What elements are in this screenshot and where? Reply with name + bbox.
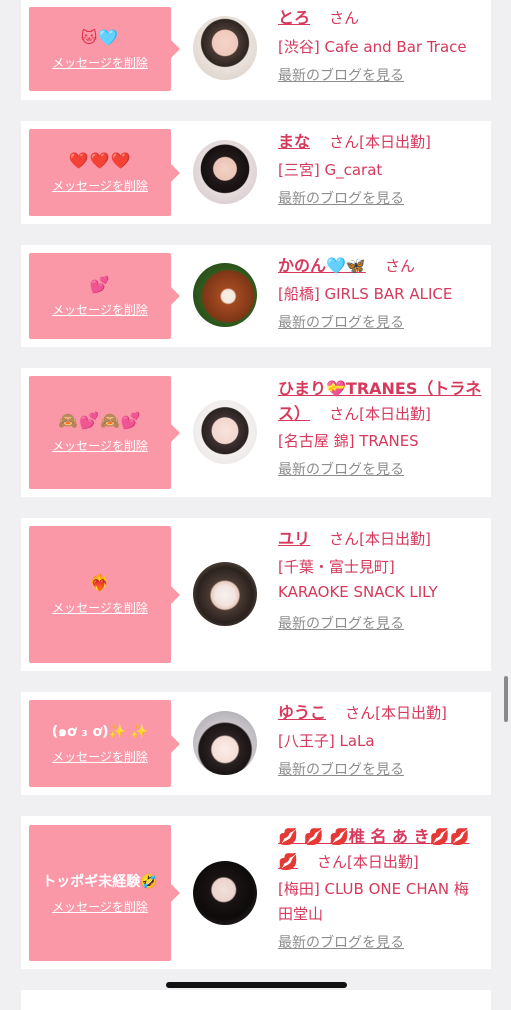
shop-name: [渋谷] Cafe and Bar Trace <box>278 38 467 56</box>
shop-name: [船橋] GIRLS BAR ALICE <box>278 285 453 303</box>
honorific: さん <box>384 257 415 275</box>
message-text: ❤️‍🔥 <box>89 573 111 592</box>
shop-name: [三宮] G_carat <box>278 161 383 179</box>
blog-link[interactable]: 最新のブログを見る <box>278 613 404 635</box>
message-card: ❤️❤️❤️ メッセージを削除 まな さん[本日出勤] [三宮] G_carat… <box>21 121 491 224</box>
delete-message-link[interactable]: メッセージを削除 <box>52 302 148 318</box>
blog-link[interactable]: 最新のブログを見る <box>278 188 404 210</box>
message-bubble: (๑ơ ₃ ơ)✨ ✨ メッセージを削除 <box>29 700 180 787</box>
cast-name-link[interactable]: まな <box>278 132 310 151</box>
delete-message-link[interactable]: メッセージを削除 <box>52 438 148 454</box>
message-bubble: ❤️❤️❤️ メッセージを削除 <box>29 129 180 216</box>
message-text: トッポギ未経験🤣 <box>42 873 158 890</box>
message-text: (๑ơ ₃ ơ)✨ ✨ <box>51 724 149 740</box>
shop-name: [名古屋 錦] TRANES <box>278 432 419 450</box>
message-bubble: トッポギ未経験🤣 メッセージを削除 <box>29 825 180 961</box>
avatar[interactable] <box>193 711 257 775</box>
message-card: 💕 メッセージを削除 かのん🩵🦋 さん [船橋] GIRLS BAR ALICE… <box>21 245 491 347</box>
honorific: さん <box>329 133 360 151</box>
message-card: (๑ơ ₃ ơ)✨ ✨ メッセージを削除 ゆうこ さん[本日出勤] [八王子] … <box>21 692 491 795</box>
delete-message-link[interactable]: メッセージを削除 <box>52 749 148 765</box>
message-card: 🐱🩵 メッセージを削除 とろ さん [渋谷] Cafe and Bar Trac… <box>21 0 491 100</box>
cast-name-link[interactable]: ユリ <box>278 529 310 548</box>
avatar[interactable] <box>193 861 257 925</box>
home-indicator[interactable] <box>166 982 347 988</box>
honorific: さん <box>329 530 360 548</box>
blog-link[interactable]: 最新のブログを見る <box>278 759 404 781</box>
honorific: さん <box>329 9 360 27</box>
message-card <box>21 990 491 1010</box>
cast-name-link[interactable]: とろ <box>278 8 310 27</box>
message-card: ❤️‍🔥 メッセージを削除 ユリ さん[本日出勤] [千葉・富士見町] KARA… <box>21 518 491 671</box>
shop-name: [八王子] LaLa <box>278 732 375 750</box>
shop-name: [梅田] CLUB ONE CHAN 梅田堂山 <box>278 880 469 923</box>
attendance-status: [本日出勤] <box>359 405 431 423</box>
message-bubble: ❤️‍🔥 メッセージを削除 <box>29 526 180 663</box>
scrollbar[interactable] <box>504 676 508 722</box>
blog-link[interactable]: 最新のブログを見る <box>278 459 404 481</box>
blog-link[interactable]: 最新のブログを見る <box>278 932 404 954</box>
message-bubble: 🙈💕🙈💕 メッセージを削除 <box>29 376 180 489</box>
delete-message-link[interactable]: メッセージを削除 <box>52 55 148 71</box>
attendance-status: [本日出勤] <box>375 704 447 722</box>
attendance-status: [本日出勤] <box>347 853 419 871</box>
message-bubble: 🐱🩵 メッセージを削除 <box>29 7 180 91</box>
shop-name: [千葉・富士見町] KARAOKE SNACK LILY <box>278 558 438 601</box>
cast-name-link[interactable]: ゆうこ <box>278 703 326 722</box>
message-text: 🐱🩵 <box>80 27 120 47</box>
delete-message-link[interactable]: メッセージを削除 <box>52 178 148 194</box>
attendance-status: [本日出勤] <box>359 133 431 151</box>
message-text: 🙈💕🙈💕 <box>58 411 142 430</box>
honorific: さん <box>329 405 360 423</box>
blog-link[interactable]: 最新のブログを見る <box>278 65 404 87</box>
cast-name-link[interactable]: かのん🩵🦋 <box>278 256 366 275</box>
message-text: ❤️❤️❤️ <box>68 151 132 170</box>
avatar[interactable] <box>193 400 257 464</box>
avatar[interactable] <box>193 263 257 327</box>
avatar[interactable] <box>193 16 257 80</box>
message-card: 🙈💕🙈💕 メッセージを削除 ひまり💝TRANES（トラネス） さん[本日出勤] … <box>21 368 491 497</box>
blog-link[interactable]: 最新のブログを見る <box>278 312 404 334</box>
message-card: トッポギ未経験🤣 メッセージを削除 💋 💋 💋椎 名 あ き💋💋 💋 さん[本日… <box>21 816 491 969</box>
attendance-status: [本日出勤] <box>359 530 431 548</box>
honorific: さん <box>345 704 376 722</box>
avatar[interactable] <box>193 140 257 204</box>
delete-message-link[interactable]: メッセージを削除 <box>52 600 148 616</box>
message-bubble: 💕 メッセージを削除 <box>29 253 180 339</box>
message-text: 💕 <box>89 274 111 294</box>
delete-message-link[interactable]: メッセージを削除 <box>52 899 148 915</box>
honorific: さん <box>317 853 348 871</box>
avatar[interactable] <box>193 562 257 626</box>
